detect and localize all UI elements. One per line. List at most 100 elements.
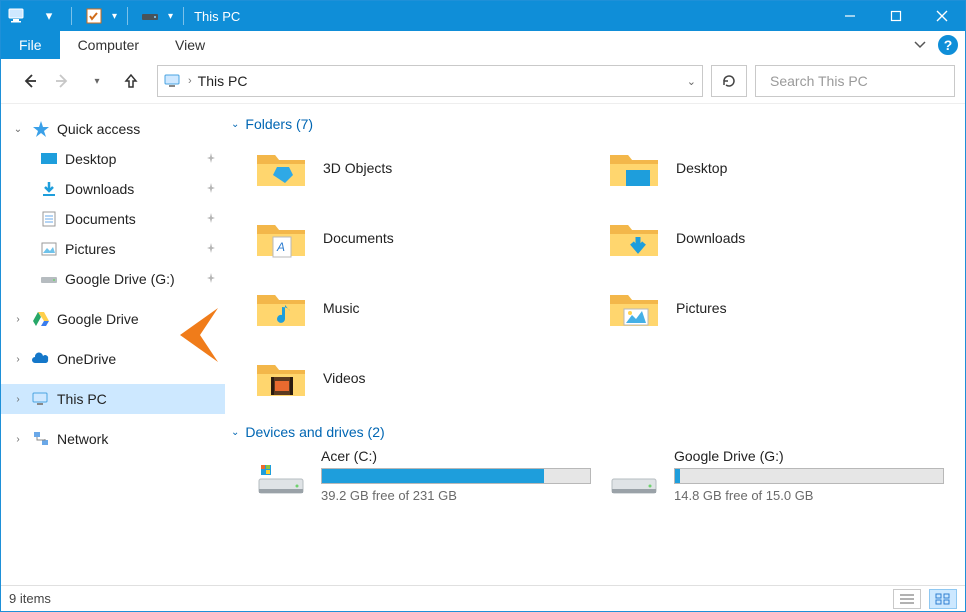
minimize-button[interactable] bbox=[827, 1, 873, 31]
title-bar: ▾ ▾ ▾ This PC bbox=[1, 1, 965, 31]
qat-caret-icon[interactable]: ▾ bbox=[112, 11, 117, 22]
navigation-row: ▾ › This PC ⌄ bbox=[1, 59, 965, 103]
folder-music[interactable]: Music bbox=[255, 280, 598, 336]
window-title: This PC bbox=[194, 9, 240, 24]
tree-item-google-drive-g[interactable]: Google Drive (G:) bbox=[1, 264, 225, 294]
tree-network[interactable]: › Network bbox=[1, 424, 225, 454]
tree-onedrive[interactable]: › OneDrive bbox=[1, 344, 225, 374]
status-bar: 9 items bbox=[1, 585, 965, 611]
tree-google-drive[interactable]: › Google Drive bbox=[1, 304, 225, 334]
folder-pictures[interactable]: Pictures bbox=[608, 280, 951, 336]
google-drive-icon bbox=[31, 310, 51, 328]
downloads-icon bbox=[39, 180, 59, 198]
up-button[interactable] bbox=[119, 69, 143, 93]
quick-access-toolbar: ▾ ▾ ▾ bbox=[1, 4, 188, 28]
status-item-count: 9 items bbox=[9, 591, 51, 606]
folder-label: 3D Objects bbox=[323, 160, 392, 176]
chevron-right-icon[interactable]: › bbox=[11, 394, 25, 405]
tab-computer[interactable]: Computer bbox=[60, 37, 157, 53]
section-drives-header[interactable]: ⌄ Devices and drives (2) bbox=[231, 424, 951, 440]
tab-view[interactable]: View bbox=[157, 37, 223, 53]
address-bar[interactable]: › This PC ⌄ bbox=[157, 65, 703, 97]
folder-icon bbox=[608, 145, 660, 191]
qat-dropdown-icon[interactable]: ▾ bbox=[37, 4, 61, 28]
navigation-pane: ⌄ Quick access Desktop Downloads Documen… bbox=[1, 104, 225, 585]
view-details-button[interactable] bbox=[893, 589, 921, 609]
tree-label: Network bbox=[57, 431, 108, 447]
tree-item-desktop[interactable]: Desktop bbox=[1, 144, 225, 174]
explorer-icon bbox=[7, 4, 31, 28]
qat-caret2-icon[interactable]: ▾ bbox=[168, 11, 173, 22]
folder-label: Videos bbox=[323, 370, 366, 386]
folder-desktop[interactable]: Desktop bbox=[608, 140, 951, 196]
tab-file[interactable]: File bbox=[1, 31, 60, 59]
pin-icon bbox=[205, 151, 217, 167]
ribbon-collapse-button[interactable] bbox=[903, 37, 937, 54]
maximize-button[interactable] bbox=[873, 1, 919, 31]
hard-drive-icon bbox=[608, 458, 660, 504]
folder-icon bbox=[255, 355, 307, 401]
drive-name: Acer (C:) bbox=[321, 448, 598, 464]
drive-usage-bar bbox=[674, 468, 944, 484]
drive-small-icon bbox=[39, 270, 59, 288]
refresh-button[interactable] bbox=[711, 65, 747, 97]
tree-label: This PC bbox=[57, 391, 107, 407]
address-dropdown-icon[interactable]: ⌄ bbox=[687, 75, 696, 88]
tree-quick-access[interactable]: ⌄ Quick access bbox=[1, 114, 225, 144]
drive-icon[interactable] bbox=[138, 4, 162, 28]
properties-icon[interactable] bbox=[82, 4, 106, 28]
folder-3d-objects[interactable]: 3D Objects bbox=[255, 140, 598, 196]
folder-videos[interactable]: Videos bbox=[255, 350, 598, 406]
folder-icon bbox=[255, 285, 307, 331]
section-folders-header[interactable]: ⌄ Folders (7) bbox=[231, 116, 951, 132]
this-pc-small-icon bbox=[31, 390, 51, 408]
breadcrumb-this-pc[interactable]: This PC bbox=[198, 73, 248, 89]
tree-this-pc[interactable]: › This PC bbox=[1, 384, 225, 414]
chevron-down-icon: ⌄ bbox=[231, 119, 239, 130]
onedrive-icon bbox=[31, 350, 51, 368]
chevron-down-icon[interactable]: ⌄ bbox=[11, 124, 25, 135]
drive-acer-c[interactable]: Acer (C:) 39.2 GB free of 231 GB bbox=[255, 448, 598, 518]
tree-label: Desktop bbox=[65, 151, 116, 167]
help-button[interactable]: ? bbox=[937, 34, 959, 56]
folder-documents[interactable]: A Documents bbox=[255, 210, 598, 266]
ribbon: File Computer View ? bbox=[1, 31, 965, 59]
quick-access-icon bbox=[31, 120, 51, 138]
folder-label: Documents bbox=[323, 230, 394, 246]
chevron-right-icon[interactable]: › bbox=[11, 434, 25, 445]
recent-locations-button[interactable]: ▾ bbox=[85, 69, 109, 93]
tree-label: Google Drive (G:) bbox=[65, 271, 175, 287]
folder-downloads[interactable]: Downloads bbox=[608, 210, 951, 266]
breadcrumb-sep-icon[interactable]: › bbox=[188, 75, 192, 87]
search-box[interactable] bbox=[755, 65, 955, 97]
folders-grid: 3D Objects Desktop A Documents Downloads… bbox=[255, 140, 951, 406]
tree-label: Documents bbox=[65, 211, 136, 227]
folder-icon bbox=[255, 145, 307, 191]
back-button[interactable] bbox=[17, 69, 41, 93]
drive-usage-bar bbox=[321, 468, 591, 484]
tree-label: Pictures bbox=[65, 241, 116, 257]
tree-item-documents[interactable]: Documents bbox=[1, 204, 225, 234]
forward-button[interactable] bbox=[51, 69, 75, 93]
pin-icon bbox=[205, 271, 217, 287]
folder-label: Pictures bbox=[676, 300, 727, 316]
pin-icon bbox=[205, 211, 217, 227]
search-input[interactable] bbox=[770, 73, 951, 89]
tree-label: OneDrive bbox=[57, 351, 116, 367]
tree-item-pictures[interactable]: Pictures bbox=[1, 234, 225, 264]
chevron-right-icon[interactable]: › bbox=[11, 354, 25, 365]
folder-label: Downloads bbox=[676, 230, 745, 246]
folder-label: Music bbox=[323, 300, 360, 316]
drive-google-drive-g[interactable]: Google Drive (G:) 14.8 GB free of 15.0 G… bbox=[608, 448, 951, 518]
tree-item-downloads[interactable]: Downloads bbox=[1, 174, 225, 204]
folder-label: Desktop bbox=[676, 160, 727, 176]
chevron-right-icon[interactable]: › bbox=[11, 314, 25, 325]
close-button[interactable] bbox=[919, 1, 965, 31]
tree-label: Downloads bbox=[65, 181, 134, 197]
folder-icon bbox=[608, 215, 660, 261]
pin-icon bbox=[205, 181, 217, 197]
view-large-icons-button[interactable] bbox=[929, 589, 957, 609]
section-title: Folders (7) bbox=[245, 116, 313, 132]
drive-name: Google Drive (G:) bbox=[674, 448, 951, 464]
drive-free-text: 39.2 GB free of 231 GB bbox=[321, 488, 598, 503]
